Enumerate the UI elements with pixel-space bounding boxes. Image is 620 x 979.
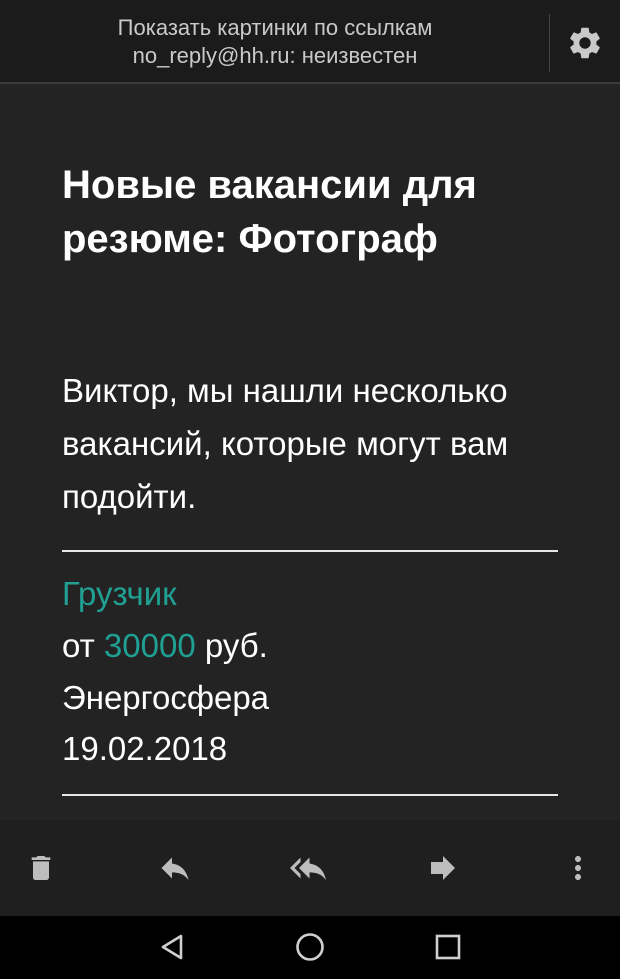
email-action-bar bbox=[0, 820, 620, 916]
salary-currency: руб. bbox=[204, 627, 268, 664]
settings-button[interactable] bbox=[566, 24, 604, 62]
recents-icon bbox=[435, 934, 461, 960]
nav-recents-button[interactable] bbox=[431, 930, 465, 964]
forward-icon bbox=[431, 856, 455, 880]
divider-top bbox=[62, 550, 558, 552]
reply-all-button[interactable] bbox=[288, 848, 328, 888]
nav-home-button[interactable] bbox=[293, 930, 327, 964]
more-options-button[interactable] bbox=[558, 848, 598, 888]
reply-icon bbox=[161, 857, 189, 880]
email-intro: Виктор, мы нашли несколько вакансий, кот… bbox=[62, 372, 509, 515]
system-nav-bar bbox=[0, 916, 620, 979]
salary-amount: 30000 bbox=[103, 627, 196, 664]
sender-status: no_reply@hh.ru: неизвестен bbox=[132, 43, 418, 68]
gear-icon bbox=[570, 27, 600, 59]
forward-button[interactable] bbox=[423, 848, 463, 888]
email-headline: Новые вакансии для резюме: Фотограф bbox=[62, 163, 477, 261]
show-images-link[interactable]: Показать картинки по ссылкам bbox=[0, 14, 550, 42]
vacancy-salary: от 30000 руб. bbox=[62, 626, 562, 666]
divider-bottom bbox=[62, 794, 558, 796]
header-info[interactable]: Показать картинки по ссылкам no_reply@hh… bbox=[0, 14, 550, 70]
header-divider bbox=[549, 14, 550, 72]
reply-button[interactable] bbox=[155, 848, 195, 888]
trash-icon bbox=[31, 856, 51, 880]
email-header-bar: Показать картинки по ссылкам no_reply@hh… bbox=[0, 0, 620, 84]
nav-back-button[interactable] bbox=[155, 930, 189, 964]
back-icon bbox=[161, 934, 183, 960]
more-vert-icon bbox=[575, 856, 581, 880]
salary-prefix: от bbox=[62, 627, 95, 664]
vacancy-title-link[interactable]: Грузчик bbox=[62, 574, 562, 614]
delete-button[interactable] bbox=[21, 848, 61, 888]
reply-all-icon bbox=[290, 857, 326, 880]
home-icon bbox=[296, 933, 324, 961]
vacancy-company: Энергосфера bbox=[62, 679, 270, 716]
vacancy-date: 19.02.2018 bbox=[62, 730, 228, 767]
